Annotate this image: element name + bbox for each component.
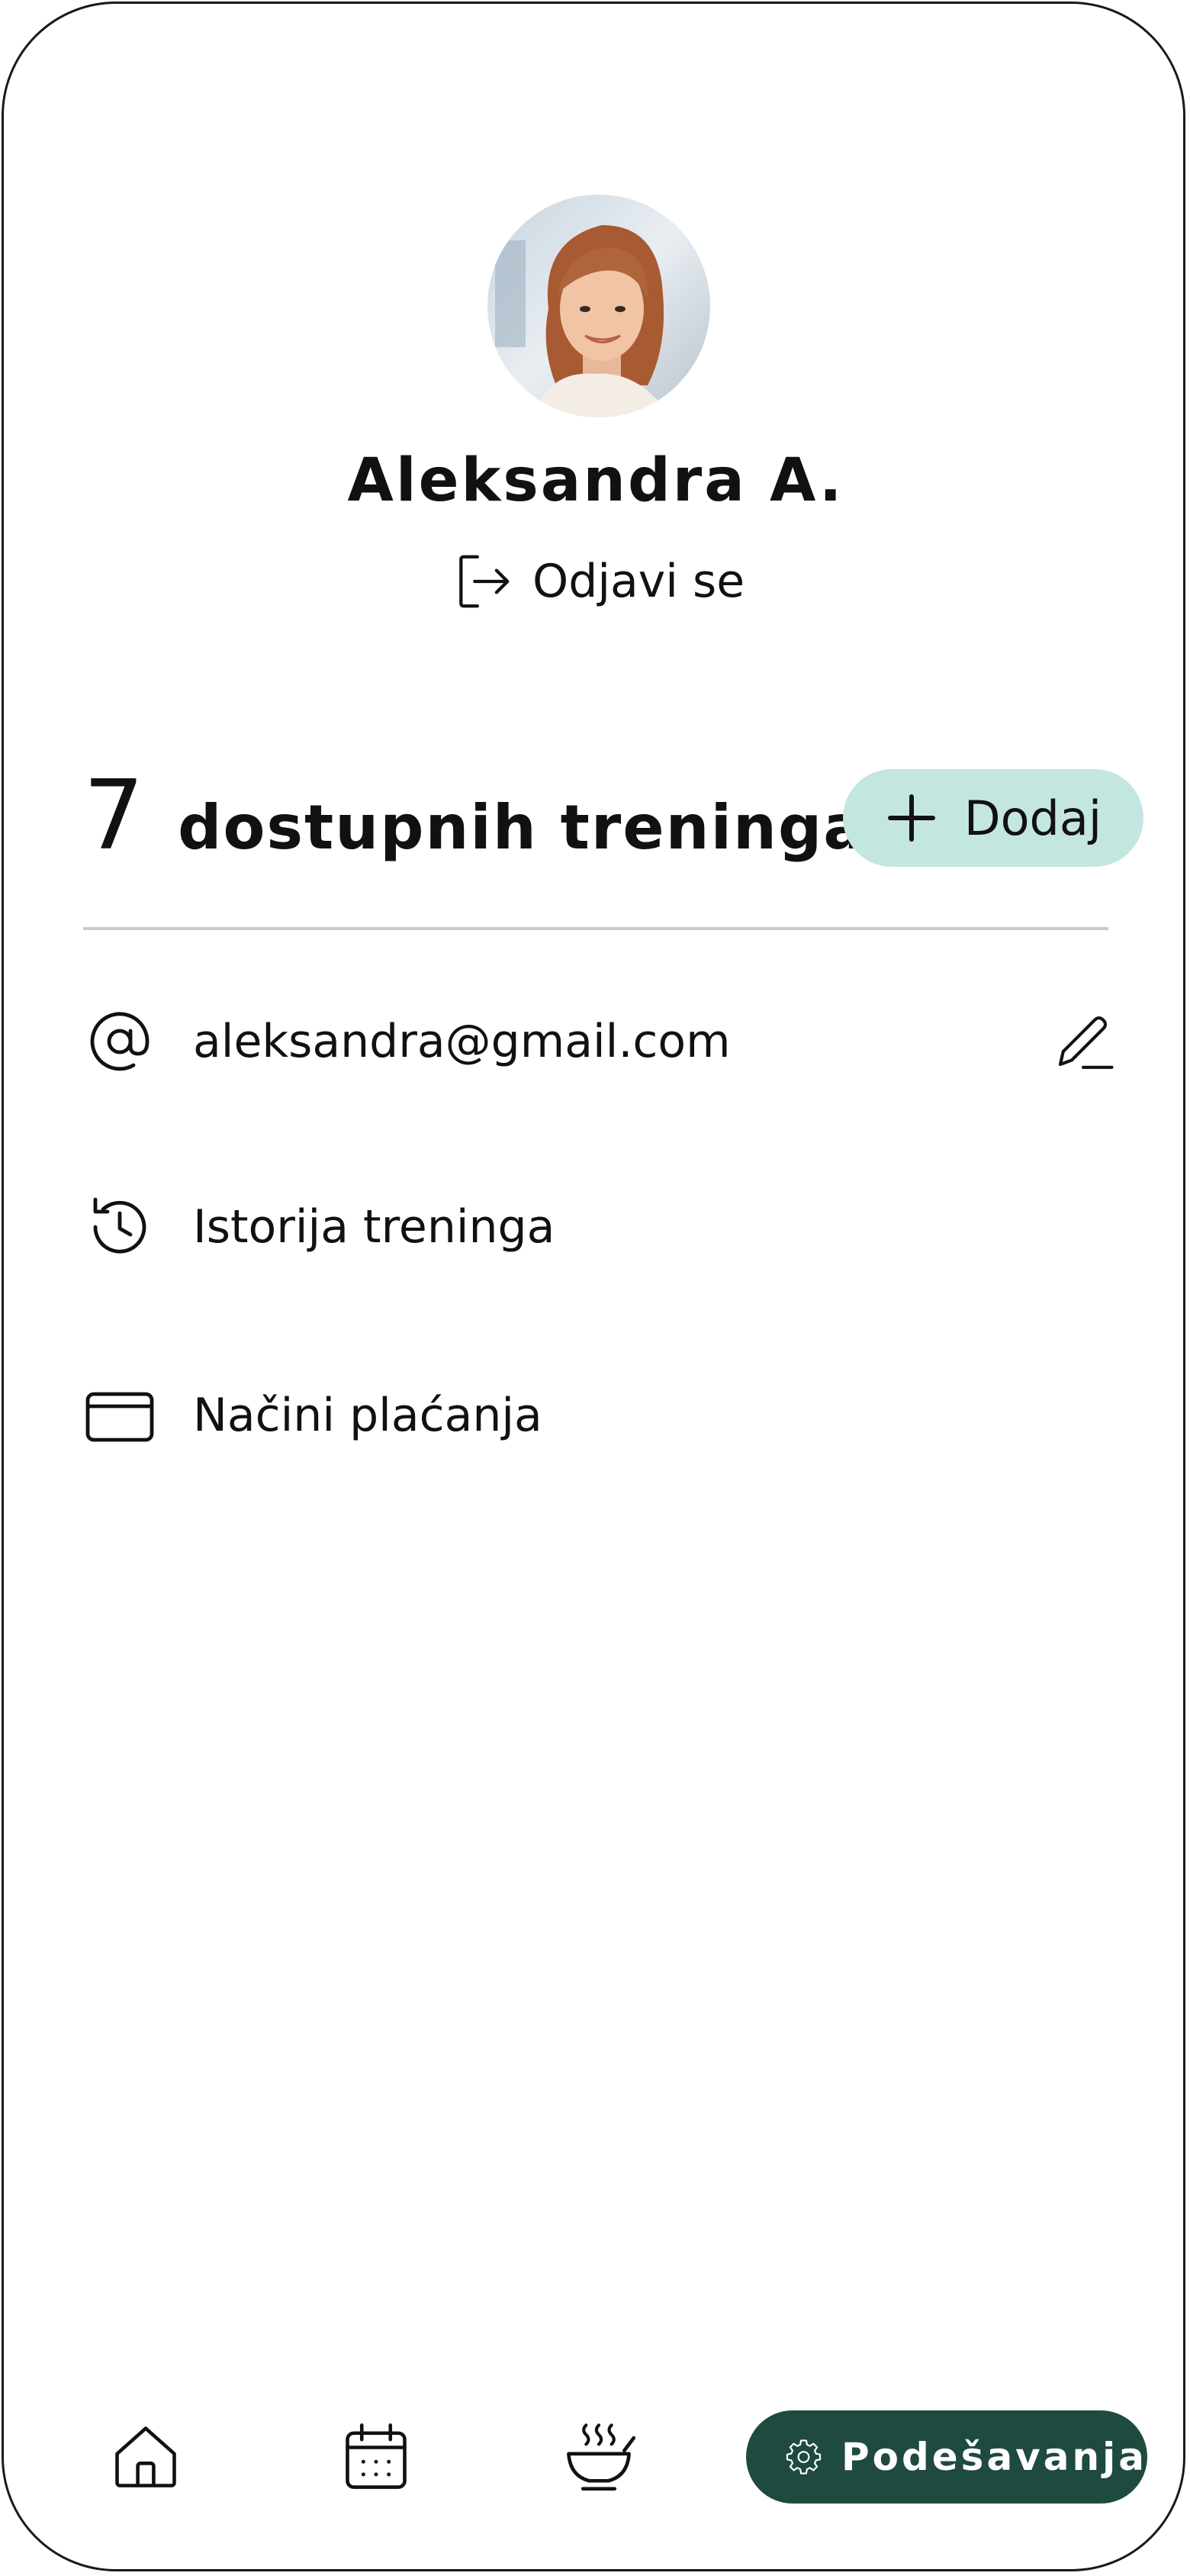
email-row[interactable]: aleksandra@gmail.com [83,996,1118,1087]
food-bowl-icon[interactable] [561,2419,637,2495]
avatar-photo [487,195,710,417]
payment-methods-row[interactable]: Načini plaćanja [83,1370,1118,1461]
avatar[interactable] [487,195,710,417]
add-label: Dodaj [963,790,1102,846]
trainings-label: dostupnih treninga [178,792,867,863]
plus-icon [887,794,935,842]
user-name: Aleksandra A. [347,446,844,515]
nav-settings-button[interactable]: Podešavanja [746,2410,1147,2504]
trainings-count: 7 [83,759,145,871]
history-row[interactable]: Istorija treninga [83,1181,1118,1273]
logout-button[interactable]: Odjavi se [450,547,745,616]
logout-label: Odjavi se [532,555,745,608]
trainings-summary: 7 dostupnih treninga [83,759,867,871]
bottom-nav: Podešavanja [4,2407,1183,2507]
calendar-icon[interactable] [338,2419,414,2495]
phone-frame: Aleksandra A. Odjavi se 7 dostupnih tren… [2,2,1185,2571]
pencil-icon[interactable] [1049,1007,1118,1076]
logout-arrow-icon [459,555,510,608]
at-sign-icon [90,1012,150,1071]
add-trainings-button[interactable]: Dodaj [843,769,1143,867]
home-icon[interactable] [108,2419,184,2495]
credit-card-icon [85,1392,154,1442]
gear-icon [786,2439,822,2475]
divider [83,927,1108,930]
nav-settings-label: Podešavanja [841,2435,1147,2479]
history-clock-icon [93,1197,146,1254]
payment-methods-label: Načini plaćanja [193,1389,542,1442]
email-value: aleksandra@gmail.com [193,1015,731,1068]
history-label: Istorija treninga [193,1200,555,1254]
